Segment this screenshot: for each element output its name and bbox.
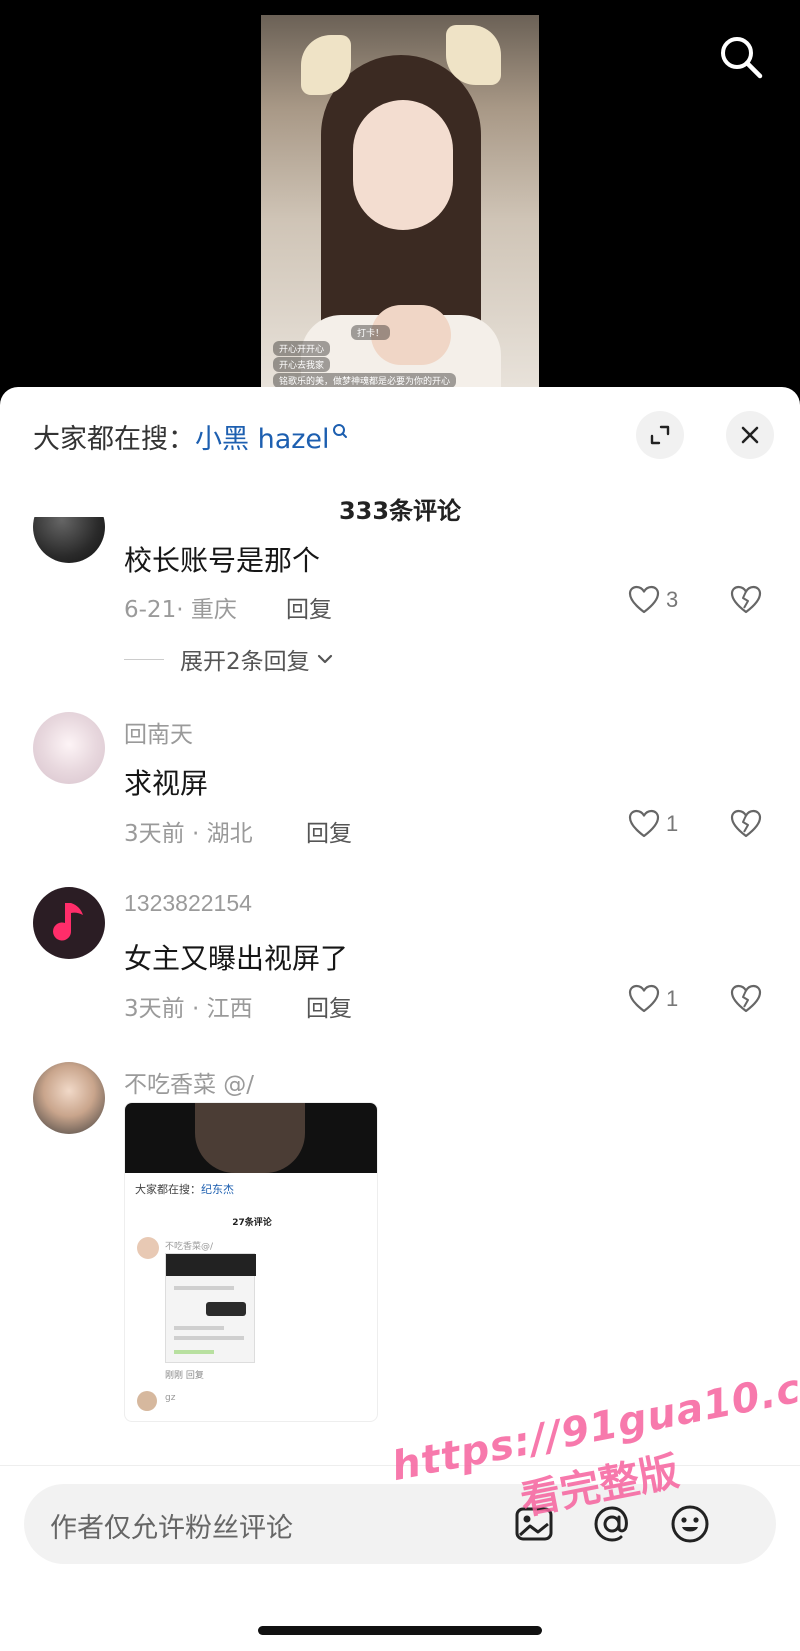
embedded-avatar xyxy=(137,1391,157,1411)
embedded-hot-search: 大家都在搜：纪东杰 xyxy=(135,1181,234,1197)
broken-heart-icon xyxy=(730,984,762,1013)
comment-date: 3天前 xyxy=(124,996,185,1022)
embedded-actions: 刚刚 回复 xyxy=(165,1371,204,1381)
comment-meta: 3天前 · 湖北 xyxy=(124,821,253,847)
comment-username[interactable]: 1323822154 xyxy=(124,890,252,917)
embedded-comment-count: 27条评论 xyxy=(232,1218,272,1228)
heart-icon xyxy=(628,984,660,1013)
close-button[interactable] xyxy=(726,411,774,459)
embedded-username: 不吃香菜@/ xyxy=(165,1242,214,1252)
comment-date: 3天前 xyxy=(124,821,185,847)
heart-icon xyxy=(628,809,660,838)
at-icon[interactable] xyxy=(590,1502,634,1546)
comment-username[interactable]: 不吃香菜 @/ xyxy=(124,1065,254,1099)
embedded-video-thumb xyxy=(125,1103,377,1173)
embedded-mini-bubble xyxy=(206,1302,246,1316)
like-button[interactable]: 3 xyxy=(628,585,678,615)
reply-button[interactable]: 回复 xyxy=(306,814,352,848)
like-button[interactable]: 1 xyxy=(628,809,678,839)
live-caption: 开心开开心 xyxy=(273,341,331,356)
comment-item: 校长账号是那个 6-21· 重庆 回复 3 展开2条回复 xyxy=(0,517,800,717)
embedded-hot-search-keyword: 纪东杰 xyxy=(201,1183,234,1196)
video-frame[interactable]: 打卡！ 开心开开心 开心去我家 铭歌乐的美，做梦神魂都是必要为你的开心 xyxy=(261,15,539,387)
comment-input[interactable]: 作者仅允许粉丝评论 xyxy=(24,1484,776,1564)
search-icon[interactable] xyxy=(718,34,764,80)
chevron-down-icon xyxy=(317,654,332,664)
embedded-mini-bar xyxy=(166,1254,256,1276)
comment-image[interactable]: 大家都在搜：纪东杰 27条评论 不吃香菜@/ 刚刚 回复 gz xyxy=(124,1102,378,1422)
live-caption: 开心去我家 xyxy=(273,357,331,372)
embedded-reply-user: gz xyxy=(165,1393,176,1403)
comment-location: 重庆 xyxy=(190,597,237,623)
comment-meta: 6-21· 重庆 xyxy=(124,597,237,623)
embedded-person xyxy=(195,1103,305,1173)
expand-button[interactable] xyxy=(636,411,684,459)
avatar[interactable] xyxy=(33,517,105,563)
like-count: 1 xyxy=(666,986,679,1011)
embedded-avatar xyxy=(137,1237,159,1259)
emoji-icon[interactable] xyxy=(668,1502,712,1546)
home-indicator[interactable] xyxy=(258,1626,542,1635)
dislike-button[interactable] xyxy=(730,984,762,1018)
video-cat-ear-right xyxy=(446,25,501,85)
broken-heart-icon xyxy=(730,585,762,614)
close-icon xyxy=(741,426,759,444)
avatar[interactable] xyxy=(33,887,105,959)
expand-replies-label: 展开2条回复 xyxy=(180,649,310,675)
embedded-mini-row xyxy=(174,1350,214,1354)
hot-search-prefix: 大家都在搜： xyxy=(33,424,195,455)
embedded-hot-search-prefix: 大家都在搜： xyxy=(135,1183,201,1196)
comment-text: 校长账号是那个 xyxy=(124,544,321,577)
dislike-button[interactable] xyxy=(730,585,762,619)
expand-divider xyxy=(124,658,164,660)
comment-date: 6-21 xyxy=(124,597,177,623)
comment-location: 江西 xyxy=(206,996,253,1022)
expand-icon xyxy=(650,425,670,445)
hot-search-keyword[interactable]: 小黑 hazel xyxy=(195,424,330,455)
search-small-icon xyxy=(332,417,348,448)
live-caption: 打卡！ xyxy=(351,325,391,340)
embedded-mini-row xyxy=(174,1286,234,1290)
comment-input-placeholder: 作者仅允许粉丝评论 xyxy=(50,1513,293,1544)
avatar[interactable] xyxy=(33,712,105,784)
comment-item: 回南天 求视屏 3天前 · 湖北 回复 1 xyxy=(0,712,800,882)
like-count: 3 xyxy=(666,587,679,612)
reply-button[interactable]: 回复 xyxy=(306,989,352,1023)
heart-icon xyxy=(628,585,660,614)
comment-item: 1323822154 女主又曝出视屏了 3天前 · 江西 回复 1 xyxy=(0,887,800,1057)
dislike-button[interactable] xyxy=(730,809,762,843)
comment-item: 不吃香菜 @/ 大家都在搜：纪东杰 27条评论 不吃香菜@/ 刚刚 回复 gz xyxy=(0,1062,800,1527)
video-figure-face xyxy=(353,100,453,230)
comment-text: 女主又曝出视屏了 xyxy=(124,942,349,975)
video-player[interactable]: 打卡！ 开心开开心 开心去我家 铭歌乐的美，做梦神魂都是必要为你的开心 xyxy=(0,0,800,400)
expand-replies-button[interactable]: 展开2条回复 xyxy=(124,642,334,676)
like-count: 1 xyxy=(666,811,679,836)
embedded-mini-row xyxy=(174,1326,224,1330)
comment-text: 求视屏 xyxy=(124,767,209,800)
comment-location: 湖北 xyxy=(206,821,253,847)
like-button[interactable]: 1 xyxy=(628,984,678,1014)
broken-heart-icon xyxy=(730,809,762,838)
music-note-icon xyxy=(53,903,83,941)
embedded-mini-row xyxy=(174,1336,244,1340)
comment-meta: 3天前 · 江西 xyxy=(124,996,253,1022)
comment-sheet-header: 大家都在搜：小黑 hazel xyxy=(0,387,800,467)
reply-button[interactable]: 回复 xyxy=(286,590,332,624)
comment-username[interactable]: 回南天 xyxy=(124,715,193,749)
comment-list[interactable]: 校长账号是那个 6-21· 重庆 回复 3 展开2条回复 回南天 求视屏 3天前… xyxy=(0,517,800,1527)
embedded-mini-screenshot xyxy=(165,1253,256,1363)
comment-input-bar: 作者仅允许粉丝评论 xyxy=(0,1465,800,1651)
comment-sheet: 大家都在搜：小黑 hazel 333条评论 校长账号是那个 6-21· 重庆 回… xyxy=(0,387,800,1651)
image-icon[interactable] xyxy=(512,1502,556,1546)
avatar[interactable] xyxy=(33,1062,105,1134)
hot-search-banner[interactable]: 大家都在搜：小黑 hazel xyxy=(33,417,348,456)
live-caption: 铭歌乐的美，做梦神魂都是必要为你的开心 xyxy=(273,373,457,387)
